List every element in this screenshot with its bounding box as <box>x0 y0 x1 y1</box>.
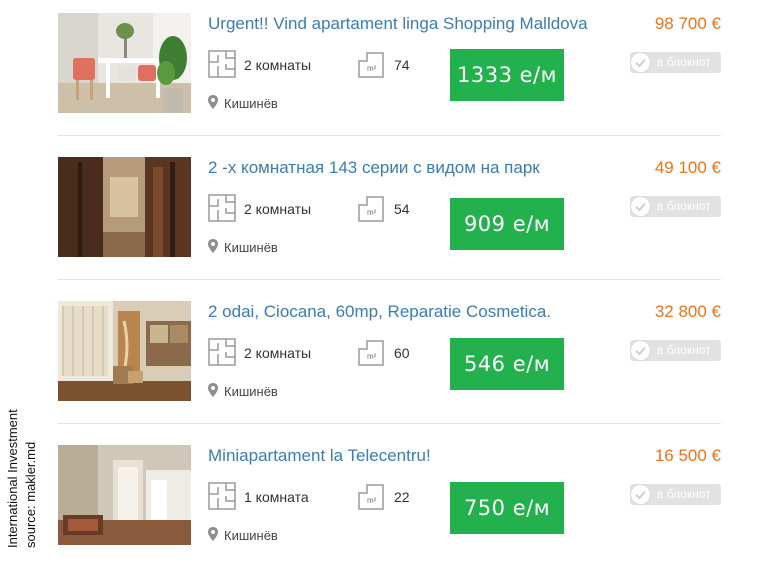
map-pin-icon <box>208 95 218 109</box>
listing-photo[interactable] <box>58 13 191 113</box>
listing-title-link[interactable]: 2 -х комнатная 143 серии с видом на парк <box>208 158 540 178</box>
listing-item[interactable]: Miniapartament la Telecentru! 16 500 € 1… <box>58 445 721 545</box>
floorplan-icon <box>208 482 236 510</box>
check-circle-icon <box>630 484 651 505</box>
listing-price: 32 800 € <box>654 302 721 321</box>
listing-price: 49 100 € <box>654 158 721 177</box>
area-value: 22 <box>394 489 410 505</box>
listing-city: Кишинёв <box>224 384 278 399</box>
price-per-meter-badge: 909 е/м <box>450 198 564 250</box>
add-to-notebook-button[interactable]: в блокнот <box>630 484 721 505</box>
listing-title-link[interactable]: Miniapartament la Telecentru! <box>208 446 431 466</box>
listing-item[interactable]: 2 odai, Ciocana, 60mp, Reparatie Cosmeti… <box>58 301 721 401</box>
listing-photo[interactable] <box>58 157 191 257</box>
area-icon: m² <box>358 484 384 510</box>
floorplan-icon <box>208 338 236 366</box>
listing-title-link[interactable]: Urgent!! Vind apartament linga Shopping … <box>208 14 588 34</box>
floorplan-icon <box>208 194 236 222</box>
divider <box>58 279 721 280</box>
rooms-count: 2 комнаты <box>244 201 312 217</box>
price-per-meter-badge: 1333 е/м <box>450 49 564 101</box>
rooms-count: 2 комнаты <box>244 57 312 73</box>
area-value: 74 <box>394 57 410 73</box>
floorplan-icon <box>208 50 236 78</box>
listing-photo[interactable] <box>58 301 191 401</box>
svg-text:m²: m² <box>367 352 377 361</box>
check-circle-icon <box>630 196 651 217</box>
notebook-label: в блокнот <box>657 55 711 69</box>
listing-city: Кишинёв <box>224 96 278 111</box>
listing-price: 98 700 € <box>654 14 721 33</box>
add-to-notebook-button[interactable]: в блокнот <box>630 196 721 217</box>
listing-city: Кишинёв <box>224 240 278 255</box>
area-icon: m² <box>358 52 384 78</box>
add-to-notebook-button[interactable]: в блокнот <box>630 340 721 361</box>
area-icon: m² <box>358 340 384 366</box>
listing-item[interactable]: 2 -х комнатная 143 серии с видом на парк… <box>58 157 721 257</box>
area-value: 54 <box>394 201 410 217</box>
price-per-meter-badge: 750 е/м <box>450 482 564 534</box>
map-pin-icon <box>208 383 218 397</box>
divider <box>58 135 721 136</box>
listing-price: 16 500 € <box>654 446 721 465</box>
listing-item[interactable]: Urgent!! Vind apartament linga Shopping … <box>58 13 721 113</box>
caption-line-1: International Investment <box>5 409 20 548</box>
svg-text:m²: m² <box>367 208 377 217</box>
check-circle-icon <box>630 340 651 361</box>
rooms-count: 1 комната <box>244 489 309 505</box>
area-value: 60 <box>394 345 410 361</box>
caption-line-2: source: makler.md <box>23 441 38 548</box>
divider <box>58 423 721 424</box>
notebook-label: в блокнот <box>657 343 711 357</box>
map-pin-icon <box>208 239 218 253</box>
check-circle-icon <box>630 52 651 73</box>
svg-text:m²: m² <box>367 496 377 505</box>
listing-city: Кишинёв <box>224 528 278 543</box>
price-per-meter-badge: 546 е/м <box>450 338 564 390</box>
map-pin-icon <box>208 527 218 541</box>
notebook-label: в блокнот <box>657 199 711 213</box>
area-icon: m² <box>358 196 384 222</box>
notebook-label: в блокнот <box>657 487 711 501</box>
listing-photo[interactable] <box>58 445 191 545</box>
listing-title-link[interactable]: 2 odai, Ciocana, 60mp, Reparatie Cosmeti… <box>208 302 551 322</box>
watermark-caption: International Investment source: makler.… <box>2 390 38 550</box>
svg-text:m²: m² <box>367 64 377 73</box>
rooms-count: 2 комнаты <box>244 345 312 361</box>
add-to-notebook-button[interactable]: в блокнот <box>630 52 721 73</box>
